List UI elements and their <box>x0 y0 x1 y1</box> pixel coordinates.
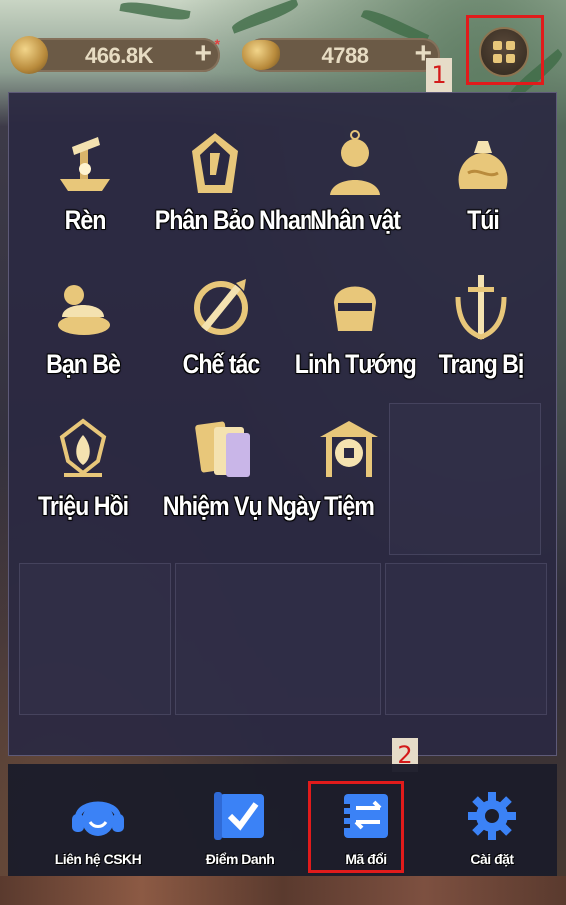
coin-icon <box>10 36 48 74</box>
menu-item-label: Rèn <box>64 205 107 235</box>
gem-stone-icon <box>180 129 250 199</box>
menu-item-friends[interactable]: Bạn Bè <box>13 273 153 380</box>
menu-item-character[interactable]: Nhân vật <box>285 129 425 236</box>
bag-icon <box>448 129 518 199</box>
summon-icon <box>48 415 118 485</box>
menu-item-label: Tiệm <box>324 491 375 521</box>
bottom-decor-strip <box>0 876 566 905</box>
checkin-icon <box>214 792 264 840</box>
menu-item-label: Triệu Hồi <box>37 491 129 521</box>
daily-quest-icon <box>188 415 258 485</box>
menu-item-gem-stone[interactable]: Phân Bảo Nham <box>145 129 321 236</box>
bottom-item-label: Cài đặt <box>470 851 514 867</box>
menu-toggle-button[interactable] <box>466 15 544 85</box>
coins-value: 466.8K <box>85 43 153 68</box>
equipment-icon <box>446 273 516 343</box>
gold-ingot-icon <box>242 40 280 70</box>
menu-item-label: Bạn Bè <box>46 349 121 379</box>
menu-item-daily-quest[interactable]: Nhiệm Vụ Ngày <box>153 415 321 522</box>
menu-item-equipment[interactable]: Trang Bị <box>411 273 551 380</box>
add-coins-button[interactable]: + <box>194 38 212 70</box>
general-icon <box>320 273 390 343</box>
coins-resource: 466.8K + * <box>10 36 220 74</box>
customer-support-button[interactable]: Liên hệ CSKH <box>38 764 158 876</box>
bottom-item-label: Liên hệ CSKH <box>54 851 142 867</box>
menu-item-crafting[interactable]: Chế tác <box>151 273 291 380</box>
menu-item-label: Phân Bảo Nham <box>154 205 321 235</box>
friends-icon <box>48 273 118 343</box>
menu-item-label: Túi <box>467 205 500 235</box>
gear-icon <box>468 792 516 840</box>
checkin-button[interactable]: Điểm Danh <box>180 764 300 876</box>
menu-item-shop[interactable]: Tiệm <box>279 415 419 522</box>
bottom-bar: Liên hệ CSKH Điểm Danh Mã đổi Cài đặt <box>8 764 557 876</box>
menu-item-label: Trang Bị <box>438 349 525 379</box>
settings-button[interactable]: Cài đặt <box>432 764 552 876</box>
character-icon <box>320 129 390 199</box>
menu-item-general[interactable]: Linh Tướng <box>285 273 425 380</box>
menu-item-label: Linh Tướng <box>294 349 417 379</box>
forge-icon <box>50 129 120 199</box>
redeem-code-highlight <box>308 781 404 873</box>
headset-icon <box>72 801 124 836</box>
ingots-resource: 4788 + <box>242 38 440 72</box>
menu-item-summon[interactable]: Triệu Hồi <box>13 415 153 522</box>
menu-item-label: Chế tác <box>182 349 261 379</box>
crafting-icon <box>186 273 256 343</box>
shop-icon <box>314 415 384 485</box>
main-menu-panel: Rèn Phân Bảo Nham Nhân vật Túi Bạn Bè Ch… <box>8 92 557 756</box>
menu-item-forge[interactable]: Rèn <box>15 129 155 236</box>
notification-dot: * <box>214 36 220 52</box>
menu-item-label: Nhiệm Vụ Ngày <box>162 491 321 521</box>
menu-item-bag[interactable]: Túi <box>413 129 553 236</box>
annotation-marker-1: 1 <box>426 58 452 92</box>
ingots-value: 4788 <box>321 43 369 68</box>
menu-grid-icon <box>479 27 529 77</box>
bottom-item-label: Điểm Danh <box>205 851 275 867</box>
menu-item-label: Nhân vật <box>310 205 401 235</box>
